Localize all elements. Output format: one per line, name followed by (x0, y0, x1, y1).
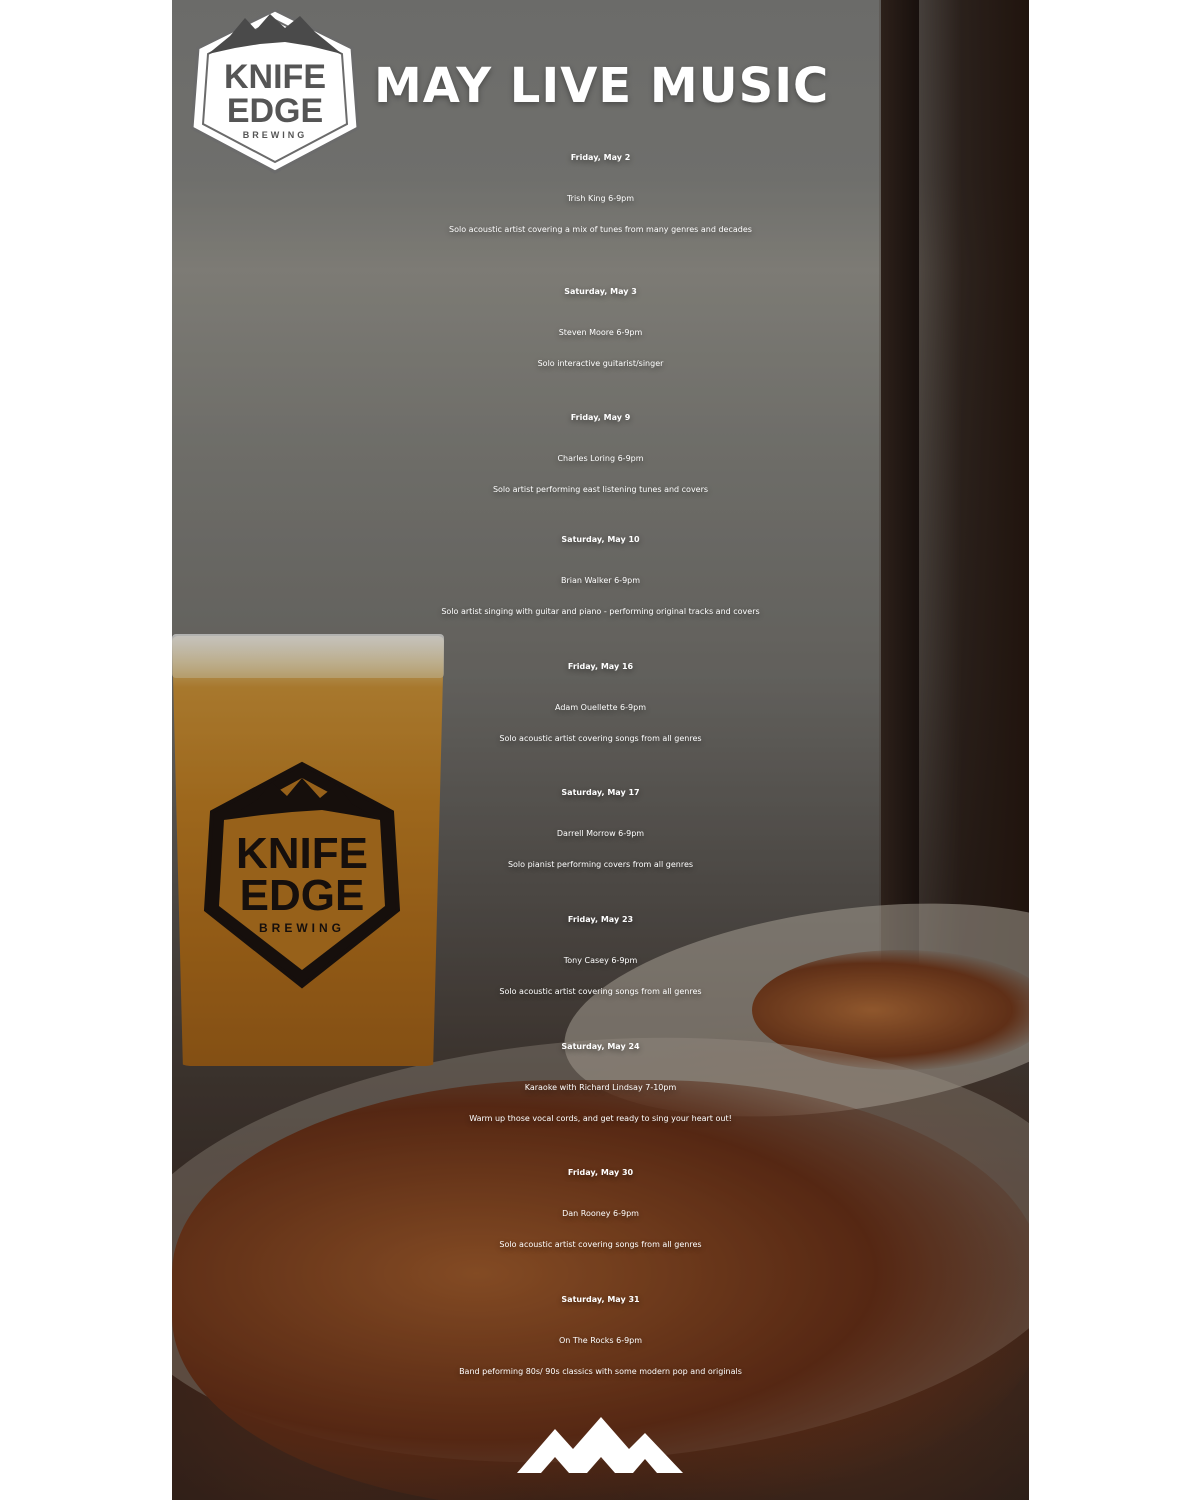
event-act: Steven Moore 6-9pm (558, 328, 643, 337)
event-item: Friday, May 9 Charles Loring 6-9pm Solo … (172, 398, 1029, 500)
event-act: Tony Casey 6-9pm (563, 956, 638, 965)
event-date: Friday, May 30 (567, 1168, 634, 1177)
event-description: Solo acoustic artist covering a mix of t… (449, 225, 752, 234)
event-item: Saturday, May 31 On The Rocks 6-9pm Band… (172, 1280, 1029, 1382)
event-act: Brian Walker 6-9pm (560, 576, 641, 585)
event-act: On The Rocks 6-9pm (558, 1336, 643, 1345)
event-date: Saturday, May 24 (561, 1042, 640, 1051)
event-date: Friday, May 23 (567, 915, 634, 924)
event-item: Friday, May 16 Adam Ouellette 6-9pm Solo… (172, 647, 1029, 749)
event-date: Friday, May 2 (570, 153, 631, 162)
event-item: Saturday, May 17 Darrell Morrow 6-9pm So… (172, 773, 1029, 875)
event-description: Solo acoustic artist covering songs from… (499, 734, 702, 743)
event-description: Solo interactive guitarist/singer (537, 359, 664, 368)
logo-text-line1: KNIFE (224, 58, 326, 96)
event-item: Friday, May 23 Tony Casey 6-9pm Solo aco… (172, 900, 1029, 1002)
page-title: MAY LIVE MUSIC (374, 58, 830, 114)
event-act: Karaoke with Richard Lindsay 7-10pm (524, 1083, 677, 1092)
event-description: Warm up those vocal cords, and get ready… (469, 1114, 732, 1123)
event-item: Saturday, May 10 Brian Walker 6-9pm Solo… (172, 520, 1029, 622)
event-date: Saturday, May 31 (561, 1295, 640, 1304)
logo-text-line2: EDGE (227, 92, 323, 130)
event-act: Trish King 6-9pm (566, 194, 635, 203)
event-act: Adam Ouellette 6-9pm (555, 703, 646, 712)
event-description: Solo pianist performing covers from all … (507, 860, 694, 869)
poster: KNIFE EDGE BREWING KNIFE EDGE BREWING MA… (172, 0, 1029, 1500)
event-date: Saturday, May 10 (561, 535, 640, 544)
event-date: Saturday, May 17 (561, 788, 640, 797)
event-act: Dan Rooney 6-9pm (562, 1209, 639, 1218)
event-date: Saturday, May 3 (564, 287, 637, 296)
event-description: Solo artist performing east listening tu… (492, 485, 709, 494)
event-description: Solo acoustic artist covering songs from… (499, 1240, 702, 1249)
event-date: Friday, May 16 (567, 662, 634, 671)
event-item: Saturday, May 24 Karaoke with Richard Li… (172, 1027, 1029, 1129)
event-item: Friday, May 2 Trish King 6-9pm Solo acou… (172, 138, 1029, 240)
event-act: Darrell Morrow 6-9pm (556, 829, 645, 838)
event-description: Band peforming 80s/ 90s classics with so… (459, 1367, 742, 1376)
event-date: Friday, May 9 (570, 413, 631, 422)
event-description: Solo acoustic artist covering songs from… (499, 987, 702, 996)
mountain-peaks-icon (517, 1417, 683, 1473)
event-description: Solo artist singing with guitar and pian… (441, 607, 760, 616)
event-act: Charles Loring 6-9pm (557, 454, 644, 463)
event-item: Friday, May 30 Dan Rooney 6-9pm Solo aco… (172, 1153, 1029, 1255)
event-item: Saturday, May 3 Steven Moore 6-9pm Solo … (172, 272, 1029, 374)
